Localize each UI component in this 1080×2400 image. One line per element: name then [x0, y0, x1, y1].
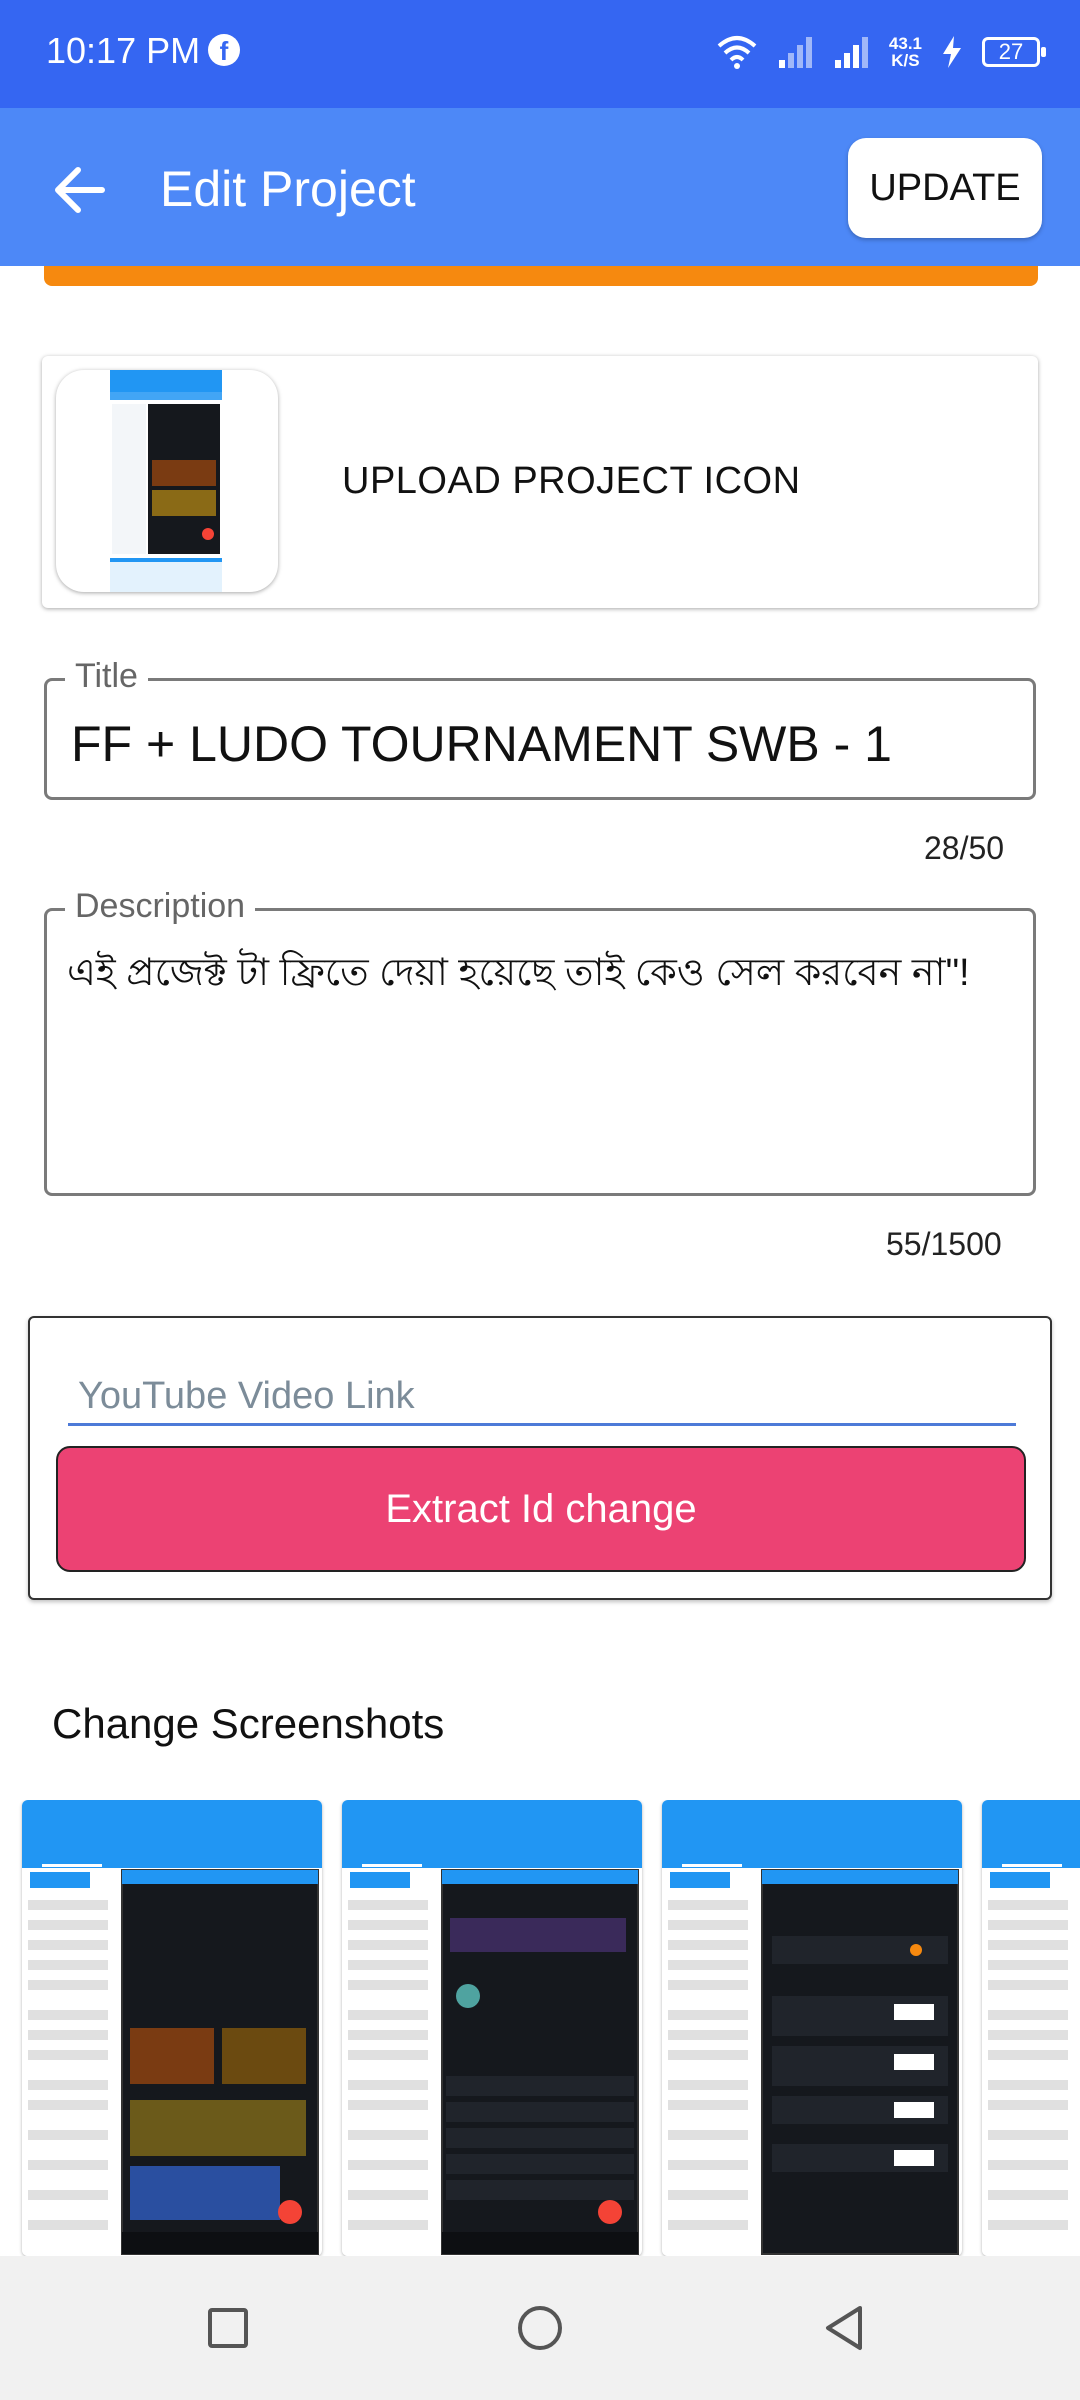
battery-icon: 27: [982, 37, 1046, 67]
extract-id-button[interactable]: Extract Id change: [56, 1446, 1026, 1572]
accent-strip: [44, 266, 1038, 286]
app-preview-image: [110, 370, 222, 592]
wifi-icon: [717, 36, 757, 69]
youtube-link-input[interactable]: [68, 1370, 1016, 1426]
signal-weak-icon: [778, 37, 812, 68]
screenshot-image-4: [982, 1800, 1080, 2256]
app-bar: Edit Project UPDATE: [0, 108, 1080, 266]
description-label: Description: [65, 887, 256, 926]
status-time: 10:17 PM: [46, 30, 201, 71]
upload-icon-label: UPLOAD PROJECT ICON: [342, 460, 801, 502]
network-speed: 43.1 K/S: [888, 34, 922, 70]
update-button[interactable]: UPDATE: [848, 138, 1042, 238]
title-input[interactable]: FF + LUDO TOURNAMENT SWB - 1: [71, 715, 892, 773]
status-indicators: 43.1 K/S 27: [715, 30, 1046, 74]
charging-icon: [943, 36, 961, 68]
page-title: Edit Project: [160, 161, 416, 217]
screenshot-thumbnail-4[interactable]: [982, 1800, 1080, 2256]
screenshot-thumbnail-1[interactable]: [22, 1800, 322, 2256]
facebook-icon: f: [208, 34, 240, 66]
home-circle-icon[interactable]: [508, 2296, 572, 2360]
description-field[interactable]: Description এই প্রজেক্ট টা ফ্রিতে দেয়া …: [44, 887, 1036, 1196]
screenshot-image-3: [662, 1800, 962, 2256]
system-nav-bar: [0, 2256, 1080, 2400]
screenshots-carousel[interactable]: [0, 1800, 1080, 2256]
screenshot-thumbnail-2[interactable]: [342, 1800, 642, 2256]
title-label: Title: [65, 657, 148, 696]
screenshot-thumbnail-3[interactable]: [662, 1800, 962, 2256]
title-counter: 28/50: [924, 830, 1005, 866]
title-field[interactable]: Title FF + LUDO TOURNAMENT SWB - 1: [44, 657, 1036, 800]
back-arrow-icon[interactable]: [50, 160, 110, 220]
screenshot-image-2: [342, 1800, 642, 2256]
screenshots-title: Change Screenshots: [52, 1700, 445, 1747]
project-icon-thumbnail[interactable]: [56, 370, 278, 592]
signal-icon: [834, 37, 868, 68]
status-bar: 10:17 PM f 43.1 K/S 27: [0, 0, 1080, 108]
back-triangle-icon[interactable]: [814, 2296, 878, 2360]
screenshot-image-1: [22, 1800, 322, 2256]
description-counter: 55/1500: [886, 1226, 1002, 1262]
youtube-card: Extract Id change: [28, 1316, 1052, 1600]
recents-square-icon[interactable]: [196, 2296, 260, 2360]
description-input[interactable]: এই প্রজেক্ট টা ফ্রিতে দেয়া হয়েছে তাই ক…: [67, 943, 970, 1007]
project-icon-card[interactable]: UPLOAD PROJECT ICON: [42, 356, 1038, 608]
